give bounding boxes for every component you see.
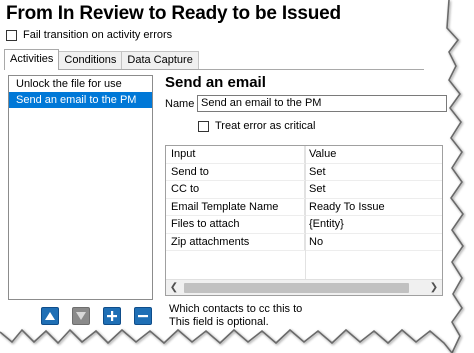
- grid-row[interactable]: Send to Set: [166, 163, 442, 181]
- fail-transition-checkbox[interactable]: [6, 29, 17, 41]
- scroll-right-icon[interactable]: ❯: [426, 280, 442, 296]
- grid-cell-input: CC to: [166, 181, 305, 198]
- add-icon: [107, 311, 117, 321]
- input-value-grid[interactable]: Input Value Send to Set CC to Set Email …: [165, 145, 443, 296]
- grid-row[interactable]: Zip attachments No: [166, 233, 442, 251]
- field-description-line2: This field is optional.: [169, 316, 269, 328]
- scrollbar-track[interactable]: [182, 280, 426, 296]
- page-title: From In Review to Ready to be Issued: [6, 3, 341, 24]
- grid-cell-value[interactable]: Set: [305, 181, 442, 198]
- grid-column-divider: [305, 146, 306, 281]
- name-label: Name: [165, 98, 195, 110]
- move-up-icon: [45, 312, 55, 320]
- move-down-button[interactable]: [72, 307, 90, 325]
- horizontal-scrollbar[interactable]: ❮ ❯: [166, 279, 442, 295]
- treat-error-label: Treat error as critical: [215, 120, 316, 132]
- scrollbar-thumb[interactable]: [184, 282, 409, 293]
- grid-cell-value[interactable]: No: [305, 234, 442, 251]
- grid-header-value: Value: [305, 146, 442, 163]
- grid-row[interactable]: CC to Set: [166, 181, 442, 199]
- treat-error-checkbox[interactable]: [198, 120, 209, 132]
- tab-data-capture[interactable]: Data Capture: [121, 51, 199, 70]
- grid-cell-value[interactable]: Ready To Issue: [305, 199, 442, 216]
- grid-cell-input: Files to attach: [166, 216, 305, 233]
- move-up-button[interactable]: [41, 307, 59, 325]
- grid-cell-value[interactable]: {Entity}: [305, 216, 442, 233]
- grid-header: Input Value: [166, 146, 442, 164]
- scroll-left-icon[interactable]: ❮: [166, 280, 182, 296]
- fail-transition-label: Fail transition on activity errors: [23, 29, 173, 41]
- grid-cell-value[interactable]: Set: [305, 164, 442, 181]
- grid-cell-input: Send to: [166, 163, 305, 180]
- move-down-icon: [76, 312, 86, 320]
- treat-error-option[interactable]: Treat error as critical: [198, 120, 315, 132]
- field-description: Which contacts to cc this to This field …: [169, 303, 302, 329]
- activity-item-unlock[interactable]: Unlock the file for use: [9, 76, 152, 92]
- activity-list[interactable]: Unlock the file for use Send an email to…: [8, 75, 153, 300]
- field-description-line1: Which contacts to cc this to: [169, 303, 303, 315]
- name-field[interactable]: Send an email to the PM: [197, 95, 447, 112]
- tab-panel-border: [4, 69, 424, 70]
- tab-activities[interactable]: Activities: [4, 49, 60, 70]
- grid-cell-input: Email Template Name: [166, 198, 305, 215]
- remove-icon: [138, 315, 148, 318]
- grid-row[interactable]: Email Template Name Ready To Issue: [166, 198, 442, 216]
- add-activity-button[interactable]: [103, 307, 121, 325]
- tab-bar: Activities Conditions Data Capture: [4, 49, 199, 70]
- tab-conditions[interactable]: Conditions: [58, 51, 123, 70]
- remove-activity-button[interactable]: [134, 307, 152, 325]
- grid-header-input: Input: [166, 146, 305, 163]
- activity-item-send-email[interactable]: Send an email to the PM: [9, 92, 152, 108]
- section-title: Send an email: [165, 74, 266, 91]
- activity-list-buttons: [41, 307, 152, 325]
- fail-transition-option[interactable]: Fail transition on activity errors: [6, 29, 172, 41]
- grid-row[interactable]: Files to attach {Entity}: [166, 216, 442, 234]
- grid-cell-input: Zip attachments: [166, 233, 305, 250]
